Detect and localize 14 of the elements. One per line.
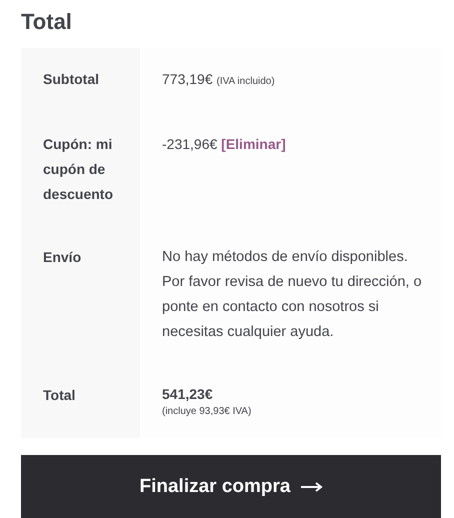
row-label: Cupón: mi cupón de descuento bbox=[21, 113, 140, 226]
row-label: Total bbox=[21, 364, 140, 438]
tax-note: (IVA incluido) bbox=[216, 76, 275, 87]
remove-coupon-link[interactable]: [Eliminar] bbox=[221, 136, 286, 152]
row-label: Envío bbox=[21, 226, 140, 364]
checkout-button[interactable]: Finalizar compra bbox=[21, 455, 441, 518]
discount-amount: -231,96€ bbox=[162, 136, 218, 152]
shipping-message: No hay métodos de envío disponibles. Por favor revisa de nuevo tu dirección, o ponte en contacto con nosotros si necesitas cualquier ayuda. bbox=[162, 248, 423, 342]
arrow-right-icon bbox=[300, 482, 322, 492]
row-label: Subtotal bbox=[21, 48, 140, 113]
total-amount: 541,23€ bbox=[162, 385, 214, 404]
amount-text: 773,19€ bbox=[162, 71, 213, 87]
section-heading: Total bbox=[21, 8, 73, 36]
tax-note: (incluye 93,93€ IVA) bbox=[162, 405, 252, 419]
